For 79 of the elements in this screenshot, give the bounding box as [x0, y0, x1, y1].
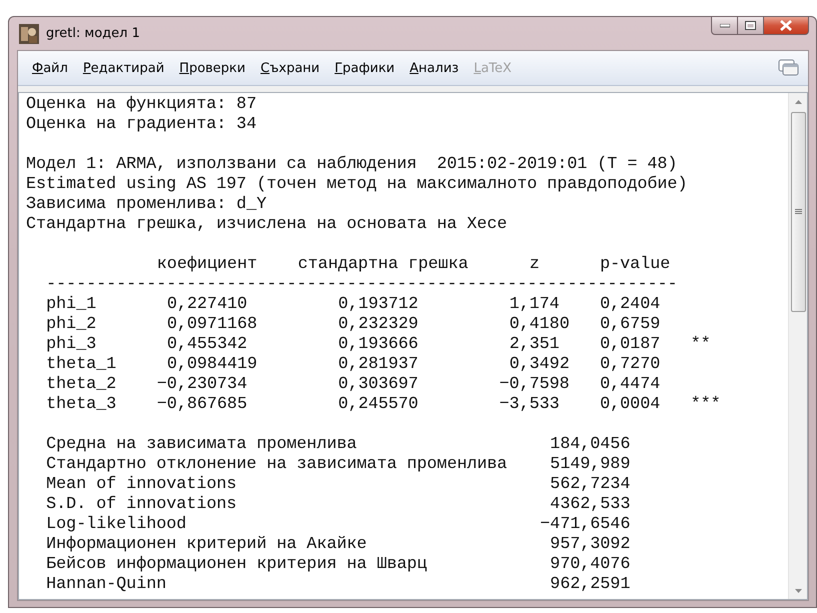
scrollbar[interactable]: [788, 93, 807, 599]
table-cell-text: 0,245570: [337, 395, 420, 415]
output-line: Оценка на функцията: 87: [26, 95, 258, 115]
menu-item[interactable]: Анализ: [404, 60, 465, 76]
output-line: Модел 1: ARMA, използвани са наблюдения 2015:02-2019:01 (T = 48): [26, 155, 678, 175]
table-cell-text: −0,7598: [499, 375, 570, 395]
table-cell-text: 1,174: [508, 295, 560, 315]
table-cell-text: −0,867685: [156, 395, 248, 415]
menu-item[interactable]: Графики: [328, 60, 401, 76]
statistic-label: Информационен критерий на Акайке: [46, 535, 368, 555]
table-cell-text: 0,0971168: [166, 315, 258, 335]
table-cell-text: −3,533: [499, 395, 560, 415]
statistic-value: 970,4076: [549, 555, 630, 575]
statistic-value: 184,0456: [549, 435, 630, 455]
statistic-value: 4362,533: [549, 495, 630, 515]
menu-item[interactable]: Проверки: [173, 60, 252, 76]
menu-item[interactable]: Редактирай: [76, 60, 170, 76]
statistic-label: Средна на зависимата променлива: [46, 435, 358, 455]
table-cell-text: 0,2404: [600, 295, 662, 315]
table-cell-text: phi_1: [46, 295, 98, 315]
output-line: Зависима променлива: d_Y: [26, 195, 268, 215]
statistic-label: Бейсов информационен критерия на Шварц: [46, 555, 428, 575]
table-cell-text: theta_1: [46, 355, 118, 375]
menu-item[interactable]: Съхрани: [254, 60, 326, 76]
up-arrow-icon: [794, 100, 802, 104]
maximize-icon: [745, 21, 756, 30]
statistic-value: 562,7234: [549, 475, 630, 495]
app-icon: [19, 24, 39, 44]
output-line: Оценка на градиента: 34: [26, 115, 258, 135]
scrollbar-thumb[interactable]: [790, 112, 806, 312]
column-header: коефициент: [156, 255, 258, 275]
windows-icon[interactable]: [778, 59, 800, 77]
output-line: Стандартна грешка, изчислена на основата на Хесе: [26, 215, 508, 235]
table-cell-text: 0,281937: [337, 355, 420, 375]
statistic-label: Hannan-Quinn: [46, 575, 168, 595]
table-cell-text: theta_3: [46, 395, 118, 415]
table-cell-text: 0,6759: [600, 315, 662, 335]
statistic-label: Стандартно отклонение на зависимата променлива: [46, 455, 508, 475]
close-icon: [780, 20, 792, 31]
minimize-icon: [720, 24, 730, 28]
table-cell-text: theta_2: [46, 375, 118, 395]
table-cell-text: 0,3492: [508, 355, 570, 375]
statistic-label: S.D. of innovations: [46, 495, 238, 515]
table-cell-text: 0,0984419: [166, 355, 258, 375]
table-cell-text: 0,4180: [508, 315, 570, 335]
close-button[interactable]: [763, 16, 809, 35]
table-cell-text: 0,232329: [337, 315, 420, 335]
statistic-value: 5149,989: [549, 455, 630, 475]
statistic-label: Log-likelihood: [46, 515, 188, 535]
output-line: Estimated using AS 197 (точен метод на максималното правдоподобие): [26, 175, 688, 195]
table-cell-text: 0,4474: [600, 375, 662, 395]
table-cell-text: 2,351: [508, 335, 560, 355]
menu-item[interactable]: Файл: [26, 60, 74, 76]
down-arrow-icon: [794, 588, 802, 592]
table-cell-text: 0,193712: [337, 295, 420, 315]
column-header: z: [530, 255, 541, 275]
window-title: gretl: модел 1: [46, 26, 141, 41]
maximize-button[interactable]: [737, 16, 764, 35]
statistic-value: 962,2591: [549, 575, 630, 595]
table-cell-text: phi_3: [46, 335, 98, 355]
table-cell-text: 0,455342: [166, 335, 248, 355]
column-header: стандартна грешка: [298, 255, 470, 275]
minimize-button[interactable]: [711, 16, 738, 35]
statistic-label: Mean of innovations: [46, 475, 238, 495]
table-cell-text: 0,193666: [337, 335, 420, 355]
grip-icon: [794, 209, 802, 215]
column-header: p-value: [600, 255, 672, 275]
table-cell-text: 0,0187: [600, 335, 662, 355]
significance-stars: ***: [690, 395, 722, 415]
table-cell-text: 0,303697: [337, 375, 420, 395]
table-cell-text: phi_2: [46, 315, 98, 335]
separator-line: ---------------------------------------------------------------: [46, 275, 678, 295]
significance-stars: **: [690, 335, 712, 355]
statistic-value: −471,6546: [539, 515, 630, 535]
table-cell-text: 0,227410: [166, 295, 248, 315]
table-cell-text: 0,7270: [600, 355, 662, 375]
table-cell-text: 0,0004: [600, 395, 662, 415]
statistic-value: 957,3092: [549, 535, 630, 555]
table-cell-text: −0,230734: [156, 375, 248, 395]
